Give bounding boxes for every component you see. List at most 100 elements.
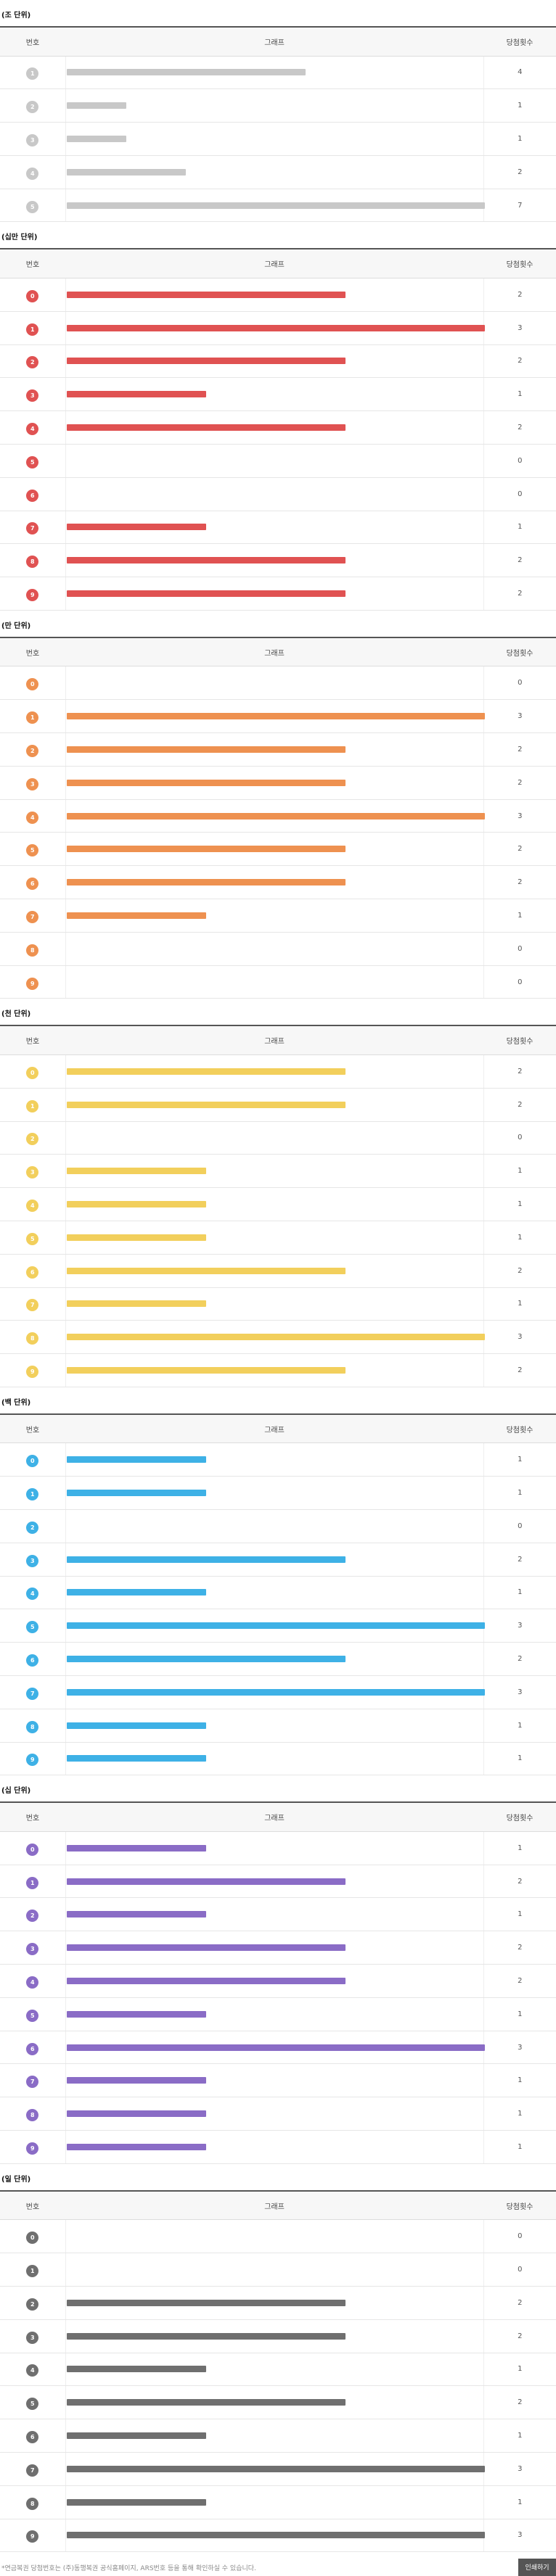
- table-row: 52: [0, 832, 556, 867]
- table-row: 41: [0, 2353, 556, 2387]
- header-number: 번호: [0, 1413, 65, 1444]
- number-ball: 3: [26, 1166, 39, 1179]
- table-row: 00: [0, 666, 556, 701]
- table-row: 12: [0, 1865, 556, 1899]
- frequency-bar: [66, 202, 485, 209]
- win-count: 0: [483, 932, 556, 966]
- number-ball: 9: [26, 977, 39, 990]
- frequency-bar: [66, 912, 206, 919]
- section-1: (십만 단위) 번호 그래프 당첨횟수 0 2 1 3 2 2 3 1 4 2 5 0 6 0 7 1 8 2 9 2: [0, 222, 556, 611]
- frequency-bar: [66, 358, 346, 365]
- section-title: (백 단위): [1, 1398, 31, 1407]
- win-count: 3: [483, 699, 556, 734]
- number-ball: 0: [26, 1455, 39, 1468]
- number-ball: 2: [26, 1133, 39, 1146]
- frequency-bar: [66, 1101, 346, 1108]
- frequency-bar: [66, 1755, 206, 1762]
- section-title: (조 단위): [1, 12, 31, 20]
- frequency-bar: [66, 746, 346, 753]
- win-count: 2: [483, 1865, 556, 1899]
- win-count: 3: [483, 799, 556, 833]
- win-count: 1: [483, 88, 556, 123]
- number-ball: 7: [26, 2464, 39, 2477]
- print-button[interactable]: 인쇄하기: [518, 2559, 556, 2576]
- table-row: 90: [0, 965, 556, 999]
- number-ball: 4: [26, 1588, 39, 1601]
- win-count: 2: [483, 543, 556, 578]
- win-count: 3: [483, 1320, 556, 1355]
- frequency-bar: [66, 2366, 206, 2373]
- frequency-bar: [66, 1944, 346, 1952]
- frequency-bar: [66, 1722, 206, 1729]
- section-title: (천 단위): [1, 1010, 31, 1019]
- header-count: 당첨횟수: [483, 26, 556, 57]
- win-count: 1: [483, 1576, 556, 1610]
- win-count: 1: [483, 377, 556, 412]
- header-graph: 그래프: [65, 248, 483, 278]
- number-ball: 6: [26, 489, 39, 502]
- number-ball: 3: [26, 133, 39, 146]
- number-ball: 2: [26, 2298, 39, 2311]
- table-row: 13: [0, 311, 556, 345]
- table-row: 11: [0, 1476, 556, 1510]
- stats-table: 번호 그래프 당첨횟수 0 1 1 1 2 0 3 2 4 1 5 3 6 2 7 3 8 1 9 1: [0, 1413, 556, 1776]
- frequency-bar: [66, 324, 485, 331]
- frequency-bar: [66, 524, 206, 531]
- win-count: 2: [483, 1543, 556, 1577]
- number-ball: 4: [26, 1976, 39, 1989]
- table-row: 31: [0, 1154, 556, 1189]
- frequency-bar: [66, 1656, 346, 1663]
- header-number: 번호: [0, 26, 65, 57]
- table-row: 21: [0, 88, 556, 123]
- frequency-bar: [66, 1688, 485, 1696]
- frequency-bar: [66, 812, 485, 820]
- frequency-bar: [66, 2332, 346, 2340]
- table-row: 62: [0, 1642, 556, 1676]
- win-count: 2: [483, 577, 556, 611]
- number-ball: 5: [26, 1232, 39, 1245]
- win-count: 1: [483, 2485, 556, 2519]
- number-ball: 5: [26, 1621, 39, 1634]
- table-row: 82: [0, 543, 556, 578]
- win-count: 3: [483, 311, 556, 345]
- number-ball: 4: [26, 1200, 39, 1212]
- table-row: 53: [0, 1609, 556, 1643]
- header-graph: 그래프: [65, 26, 483, 57]
- number-ball: 7: [26, 910, 39, 923]
- header-graph: 그래프: [65, 1413, 483, 1444]
- number-ball: 7: [26, 522, 39, 535]
- win-count: 0: [483, 477, 556, 511]
- frequency-bar: [66, 2465, 485, 2472]
- win-count: 1: [483, 1154, 556, 1189]
- stats-table: 번호 그래프 당첨횟수 0 0 1 3 2 2 3 2 4 3 5 2 6 2 7 1 8 0 9 0: [0, 636, 556, 999]
- win-count: 2: [483, 2319, 556, 2353]
- win-count: 3: [483, 2452, 556, 2486]
- table-row: 92: [0, 577, 556, 611]
- table-row: 02: [0, 1054, 556, 1089]
- header-number: 번호: [0, 1025, 65, 1055]
- number-ball: 6: [26, 2042, 39, 2055]
- table-row: 20: [0, 1509, 556, 1543]
- table-row: 51: [0, 1997, 556, 2031]
- section-title: (만 단위): [1, 622, 31, 630]
- frequency-bar: [66, 291, 346, 298]
- stats-table: 번호 그래프 당첨횟수 0 1 1 2 2 1 3 2 4 2 5 1 6 3 7 1 8 1 9 1: [0, 1801, 556, 2164]
- number-ball: 1: [26, 1099, 39, 1112]
- win-count: 2: [483, 410, 556, 445]
- number-ball: 8: [26, 944, 39, 957]
- win-count: 2: [483, 1254, 556, 1288]
- frequency-bar: [66, 2110, 206, 2118]
- stats-table: 번호 그래프 당첨횟수 1 4 2 1 3 1 4 2 5 7: [0, 26, 556, 223]
- table-row: 32: [0, 1543, 556, 1577]
- win-count: 2: [483, 2385, 556, 2420]
- frequency-bar: [66, 1068, 346, 1075]
- header-count: 당첨횟수: [483, 636, 556, 667]
- section-6: (일 단위) 번호 그래프 당첨횟수 0 0 1 0 2 2 3 2 4 1 5 2 6 1 7 3 8 1 9 3: [0, 2164, 556, 2553]
- table-row: 80: [0, 932, 556, 966]
- header-number: 번호: [0, 636, 65, 667]
- frequency-bar: [66, 2399, 346, 2406]
- table-row: 20: [0, 1121, 556, 1155]
- section-title: (일 단위): [1, 2175, 31, 2184]
- stats-table: 번호 그래프 당첨횟수 0 0 1 0 2 2 3 2 4 1 5 2 6 1 7 3 8 1 9 3: [0, 2189, 556, 2553]
- number-ball: 3: [26, 1943, 39, 1956]
